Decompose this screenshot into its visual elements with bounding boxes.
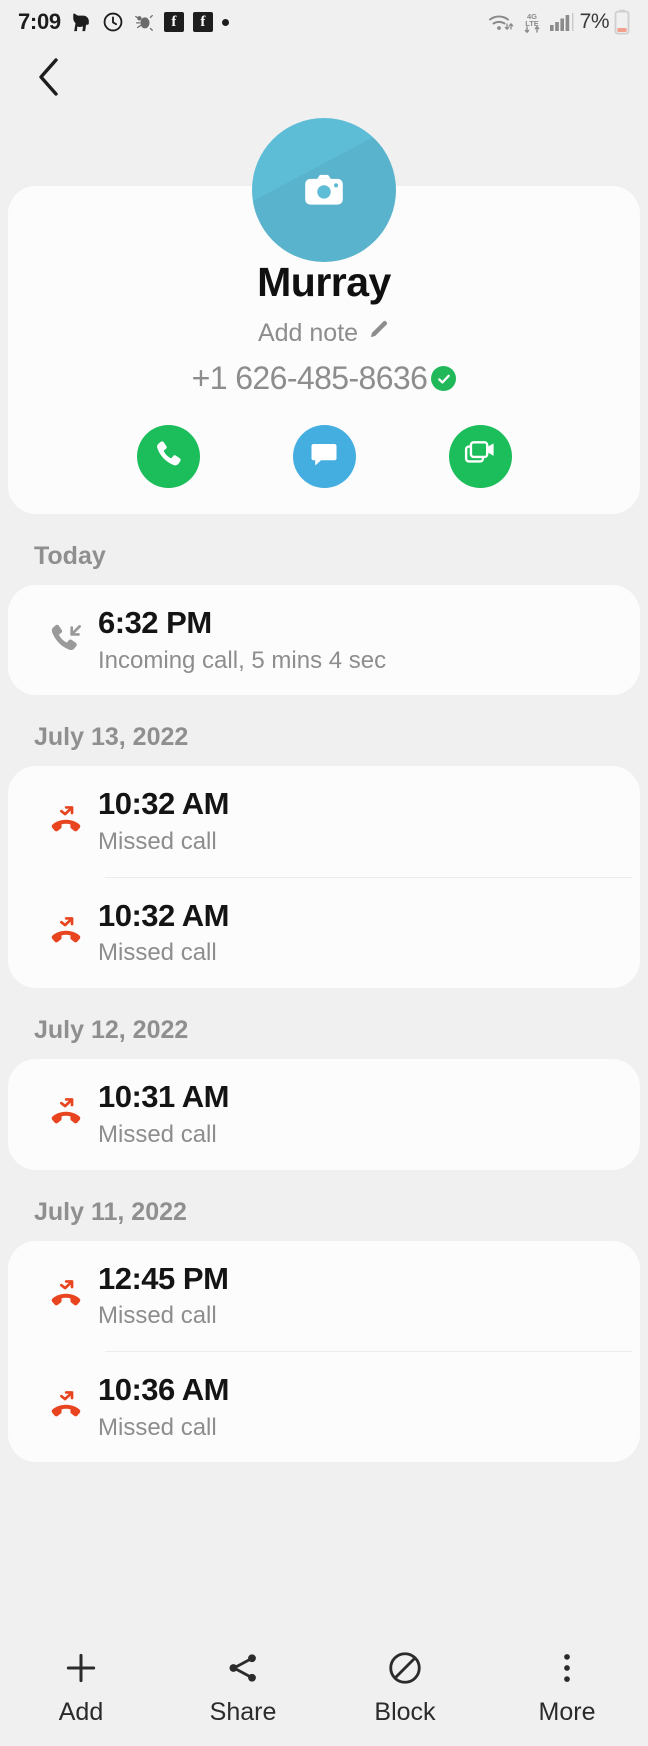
status-bar: 7:09 f f 4G LTE 7%	[0, 0, 648, 44]
call-description: Incoming call, 5 mins 4 sec	[98, 646, 387, 674]
action-buttons-row	[28, 425, 620, 489]
dot-icon	[221, 18, 229, 26]
call-log-card: 10:32 AM Missed call 10:32 AM Missed call	[8, 766, 640, 989]
top-nav-bar	[0, 44, 648, 114]
call-time: 12:45 PM	[98, 1260, 229, 1296]
wifi-icon	[487, 10, 515, 34]
battery-icon	[614, 9, 630, 35]
share-icon	[225, 1648, 261, 1688]
call-button[interactable]	[136, 425, 200, 489]
bottom-bar-label: More	[538, 1698, 596, 1726]
contact-details-screen: 7:09 f f 4G LTE 7% Murray Add note +1 62…	[0, 0, 648, 1746]
call-log-row[interactable]: 10:36 AM Missed call	[8, 1352, 640, 1462]
call-log-text: 6:32 PM Incoming call, 5 mins 4 sec	[98, 605, 640, 675]
call-log-text: 10:36 AM Missed call	[98, 1372, 640, 1442]
profile-section: Murray Add note +1 626-485-8636	[0, 118, 648, 515]
call-log-row[interactable]: 6:32 PM Incoming call, 5 mins 4 sec	[8, 585, 640, 695]
call-log-section-header: Today	[34, 542, 106, 571]
back-button[interactable]	[26, 55, 74, 103]
missed-call-icon	[34, 1388, 98, 1426]
plus-icon	[62, 1648, 100, 1688]
bottom-bar-item-more[interactable]: More	[486, 1648, 648, 1727]
call-log-text: 12:45 PM Missed call	[98, 1261, 640, 1331]
avatar[interactable]	[252, 118, 396, 262]
call-time: 10:31 AM	[98, 1079, 229, 1115]
call-description: Missed call	[98, 1413, 217, 1441]
call-log-row[interactable]: 10:32 AM Missed call	[8, 878, 640, 988]
call-log-section-header: July 13, 2022	[34, 723, 189, 752]
camera-icon	[305, 174, 343, 205]
call-log-row[interactable]: 10:31 AM Missed call	[8, 1059, 640, 1169]
call-description: Missed call	[98, 1120, 217, 1148]
call-log-card: 10:31 AM Missed call	[8, 1059, 640, 1170]
chevron-left-icon	[35, 55, 65, 104]
call-description: Missed call	[98, 1302, 217, 1330]
call-time: 10:36 AM	[98, 1371, 229, 1407]
phone-number-row[interactable]: +1 626-485-8636	[28, 360, 620, 397]
call-log-text: 10:31 AM Missed call	[98, 1079, 640, 1149]
bottom-bar-label: Block	[374, 1698, 436, 1726]
call-time: 6:32 PM	[98, 605, 212, 641]
call-log-row[interactable]: 12:45 PM Missed call	[8, 1241, 640, 1351]
call-log-text: 10:32 AM Missed call	[98, 786, 640, 856]
contact-name: Murray	[257, 259, 391, 305]
block-icon	[386, 1648, 424, 1688]
call-description: Missed call	[98, 828, 217, 856]
add-note-label: Add note	[257, 318, 359, 347]
missed-call-icon	[34, 914, 98, 952]
bottom-bar-label: Add	[58, 1698, 104, 1726]
message-icon	[309, 439, 339, 474]
call-log-text: 10:32 AM Missed call	[98, 898, 640, 968]
missed-call-icon	[34, 1095, 98, 1133]
battery-percent-label: 7%	[579, 10, 610, 33]
facebook-icon: f	[192, 12, 213, 32]
call-log-section-header: July 12, 2022	[34, 1016, 189, 1045]
bottom-bar-item-block[interactable]: Block	[324, 1648, 486, 1727]
call-log: Today 6:32 PM Incoming call, 5 mins 4 sec J…	[0, 514, 648, 1463]
message-button[interactable]	[292, 425, 356, 489]
bottom-bar-item-share[interactable]: Share	[162, 1648, 324, 1727]
status-bar-right: 4G LTE 7%	[487, 9, 630, 35]
video-icon	[464, 438, 496, 475]
missed-call-icon	[34, 803, 98, 841]
call-log-card: 6:32 PM Incoming call, 5 mins 4 sec	[8, 585, 640, 696]
signal-bars-icon	[549, 10, 575, 34]
alarm-icon	[102, 11, 124, 33]
data-transfer-icon: 4G LTE	[520, 10, 544, 34]
phone-icon	[152, 438, 184, 475]
dog-icon	[70, 11, 93, 33]
pencil-icon	[367, 318, 390, 348]
incoming-call-icon	[34, 621, 98, 659]
missed-call-icon	[34, 1277, 98, 1315]
call-log-row[interactable]: 10:32 AM Missed call	[8, 766, 640, 876]
more-vertical-icon	[548, 1648, 586, 1688]
status-bar-left: 7:09 f f	[18, 9, 229, 35]
verified-check-icon	[431, 366, 457, 392]
bottom-action-bar: Add Share Block More	[0, 1636, 648, 1746]
call-time: 10:32 AM	[98, 786, 229, 822]
call-log-section-header: July 11, 2022	[34, 1197, 187, 1226]
call-description: Missed call	[98, 939, 217, 967]
add-note-button[interactable]: Add note	[28, 318, 620, 348]
phone-number: +1 626-485-8636	[191, 360, 428, 397]
call-time: 10:32 AM	[98, 897, 229, 933]
bug-icon	[133, 11, 155, 33]
profile-card: Murray Add note +1 626-485-8636	[8, 118, 640, 515]
bottom-bar-label: Share	[209, 1698, 277, 1726]
status-bar-clock: 7:09	[18, 9, 61, 34]
bottom-bar-item-add[interactable]: Add	[0, 1648, 162, 1727]
facebook-icon: f	[163, 12, 184, 32]
video-button[interactable]	[448, 425, 512, 489]
call-log-card: 12:45 PM Missed call 10:36 AM Missed call	[8, 1240, 640, 1463]
